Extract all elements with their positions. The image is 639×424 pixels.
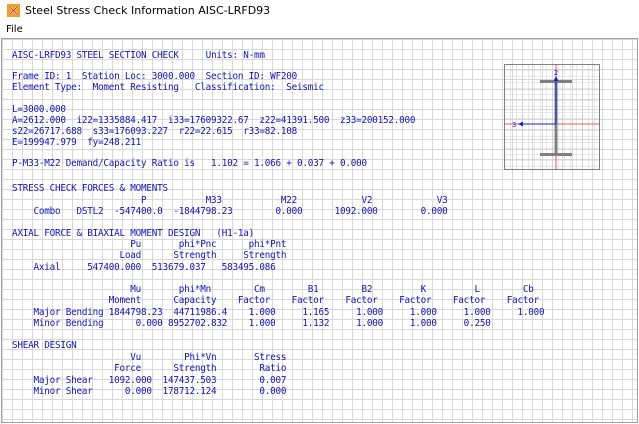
axial-columns-1: Pu phi*Pnc phi*Pnt: [12, 239, 287, 250]
window-title: Steel Stress Check Information AISC-LRFD…: [25, 4, 271, 17]
axis-2-label: 2: [554, 69, 558, 77]
menu-bar: File: [0, 22, 639, 38]
major-bending-row: Major Bending 1844798.23 44711986.4 1.00…: [12, 307, 545, 318]
shear-columns-2: Force Strength Ratio: [12, 363, 287, 374]
axial-columns-2: Load Strength Strength: [12, 250, 287, 261]
demand-capacity-ratio: P-M33-M22 Demand/Capacity Ratio is 1.102…: [12, 158, 367, 169]
axial-design-header: AXIAL FORCE & BIAXIAL MOMENT DESIGN (H1-…: [12, 228, 254, 239]
stress-check-columns: P M33 M22 V2 V3: [12, 195, 448, 206]
frame-info: Frame ID: 1 Station Loc: 3000.000 Sectio…: [12, 71, 297, 82]
section-props-2: s22=26717.688 s33=176093.227 r22=22.615 …: [12, 126, 297, 137]
length-info: L=3000.000: [12, 104, 66, 115]
shear-design-header: SHEAR DESIGN: [12, 340, 77, 351]
section-props-3: E=199947.979 fy=248.211: [12, 137, 142, 148]
axis-3-label: 3: [512, 121, 516, 129]
axial-row: Axial 547400.000 513679.037 583495.086: [12, 262, 276, 273]
menu-file[interactable]: File: [6, 24, 23, 35]
section-diagram: 2 3: [504, 64, 600, 170]
stress-check-header: STRESS CHECK FORCES & MOMENTS: [12, 183, 168, 194]
section-props-1: A=2612.000 i22=1335884.417 i33=17609322.…: [12, 115, 416, 126]
element-info: Element Type: Moment Resisting Classific…: [12, 82, 324, 93]
shear-columns-1: Vu Phi*Vn Stress: [12, 352, 287, 363]
minor-bending-row: Minor Bending 0.000 8952702.832 1.000 1.…: [12, 318, 491, 329]
bending-columns-1: Mu phi*Mn Cm B1 B2 K L Cb: [12, 284, 534, 295]
etabs-app-icon: [7, 4, 20, 17]
major-shear-row: Major Shear 1092.000 147437.503 0.007: [12, 375, 287, 386]
stress-check-row: Combo DSTL2 -547400.0 -1844798.23 0.000 …: [12, 206, 448, 217]
bending-columns-2: Moment Capacity Factor Factor Factor Fac…: [12, 295, 539, 306]
title-bar: Steel Stress Check Information AISC-LRFD…: [0, 0, 639, 22]
report-header: AISC-LRFD93 STEEL SECTION CHECK Units: N…: [12, 50, 265, 61]
minor-shear-row: Minor Shear 0.000 178712.124 0.000: [12, 386, 287, 397]
